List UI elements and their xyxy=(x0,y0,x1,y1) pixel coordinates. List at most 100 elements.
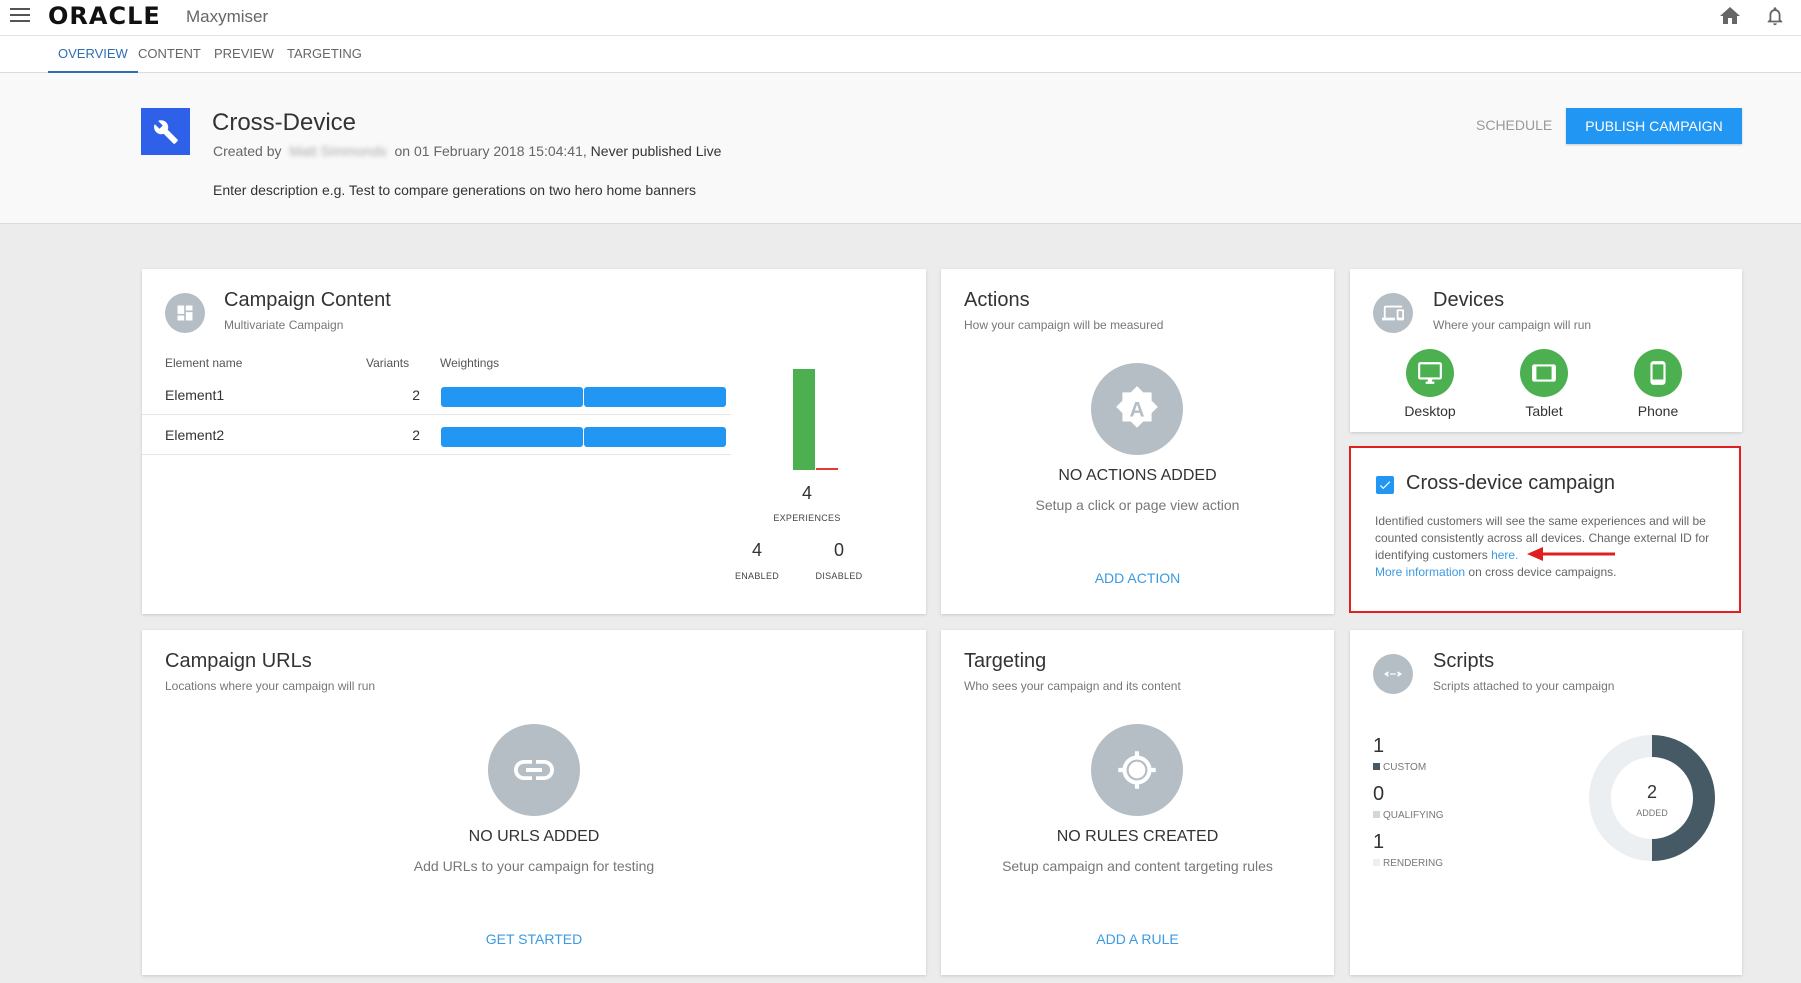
device-label: Tablet xyxy=(1525,403,1563,419)
empty-state-title: NO URLS ADDED xyxy=(468,828,600,845)
check-icon xyxy=(1379,481,1391,490)
column-header-element: Element name xyxy=(165,356,243,370)
change-id-link[interactable]: here. xyxy=(1491,548,1518,562)
page-title: Cross-Device xyxy=(212,109,357,136)
card-title: Campaign Content xyxy=(224,289,391,311)
card-title: Targeting xyxy=(964,650,1047,672)
created-prefix: Created by xyxy=(213,143,282,159)
get-started-button[interactable]: GET STARTED xyxy=(142,931,926,947)
more-information-link[interactable]: More information xyxy=(1375,565,1465,579)
code-icon xyxy=(1373,654,1413,694)
tablet-icon xyxy=(1532,364,1556,382)
card-subtitle: How your campaign will be measured xyxy=(964,318,1164,332)
enabled-experiences-bar xyxy=(793,369,815,470)
link-icon xyxy=(488,724,580,816)
custom-script-label: CUSTOM xyxy=(1373,762,1426,773)
donut-total: 2 xyxy=(1647,782,1657,802)
device-label: Desktop xyxy=(1404,403,1456,419)
product-name: Maxymiser xyxy=(186,7,269,26)
actions-card: Actions How your campaign will be measur… xyxy=(941,269,1334,614)
campaign-urls-card: Campaign URLs Locations where your campa… xyxy=(142,630,926,975)
devices-icon xyxy=(1373,293,1413,333)
empty-state-subtitle: Setup a click or page view action xyxy=(1035,497,1240,513)
qualifying-script-count: 0 xyxy=(1373,783,1385,805)
schedule-button[interactable]: SCHEDULE xyxy=(1462,107,1566,143)
action-badge-icon: A xyxy=(1091,363,1183,455)
tab-targeting[interactable]: TARGETING xyxy=(277,36,372,73)
empty-state-subtitle: Setup campaign and content targeting rul… xyxy=(1002,858,1273,874)
table-row[interactable]: Element2 2 xyxy=(142,415,731,455)
card-title: Devices xyxy=(1433,289,1505,311)
action-letter: A xyxy=(1129,398,1144,421)
tab-preview[interactable]: PREVIEW xyxy=(204,36,284,73)
enabled-count: 4 xyxy=(751,540,762,560)
campaign-content-card: Campaign Content Multivariate Campaign E… xyxy=(142,269,926,614)
cross-device-text-end: on cross device campaigns. xyxy=(1468,565,1617,579)
phone-device-button[interactable] xyxy=(1634,349,1682,397)
rendering-script-label: RENDERING xyxy=(1373,858,1443,869)
weighting-bar-2 xyxy=(584,387,726,407)
disabled-experiences-bar xyxy=(816,468,838,470)
created-date: on 01 February 2018 15:04:41, xyxy=(394,143,587,159)
custom-script-count: 1 xyxy=(1373,735,1385,757)
campaign-description[interactable]: Enter description e.g. Test to compare g… xyxy=(213,182,696,198)
experiences-total: 4 xyxy=(801,483,812,503)
devices-card: Devices Where your campaign will run Des… xyxy=(1350,269,1742,432)
empty-state-subtitle: Add URLs to your campaign for testing xyxy=(413,858,655,874)
card-subtitle: Scripts attached to your campaign xyxy=(1433,679,1615,693)
cross-device-checkbox[interactable] xyxy=(1376,476,1394,494)
scripts-donut-chart: 2 ADDED xyxy=(1589,735,1715,861)
empty-state-title: NO RULES CREATED xyxy=(1056,828,1219,845)
home-icon[interactable] xyxy=(1718,4,1742,28)
crosshair-icon xyxy=(1091,724,1183,816)
variant-count: 2 xyxy=(412,427,420,443)
disabled-count: 0 xyxy=(833,540,844,560)
top-bar: ORACLE Maxymiser xyxy=(0,0,1801,36)
element-name: Element2 xyxy=(165,427,225,443)
tablet-device-button[interactable] xyxy=(1520,349,1568,397)
column-header-variants: Variants xyxy=(366,356,410,370)
publish-status: Never published Live xyxy=(590,143,722,159)
desktop-icon xyxy=(1418,362,1442,384)
desktop-device-button[interactable] xyxy=(1406,349,1454,397)
phone-icon xyxy=(1650,361,1666,385)
campaign-type-badge xyxy=(141,108,190,155)
author-name: Matt Simmonds xyxy=(289,143,387,159)
publish-campaign-button[interactable]: PUBLISH CAMPAIGN xyxy=(1566,108,1742,144)
weighting-bar-1 xyxy=(441,427,583,447)
legend-swatch xyxy=(1373,811,1380,818)
menu-icon[interactable] xyxy=(10,8,30,24)
experiences-label: EXPERIENCES xyxy=(773,513,841,523)
card-title: Actions xyxy=(964,289,1030,311)
donut-label: ADDED xyxy=(1636,808,1668,818)
weighting-bar-2 xyxy=(584,427,726,447)
card-subtitle: Multivariate Campaign xyxy=(224,318,344,332)
device-label: Phone xyxy=(1637,403,1679,419)
cross-device-title: Cross-device campaign xyxy=(1406,472,1615,494)
element-name: Element1 xyxy=(165,387,225,403)
cross-device-card: Cross-device campaign Identified custome… xyxy=(1349,446,1741,613)
tab-content[interactable]: CONTENT xyxy=(128,36,211,73)
add-action-button[interactable]: ADD ACTION xyxy=(941,570,1334,586)
campaign-header: Cross-Device Created by Matt Simmonds on… xyxy=(0,73,1801,224)
campaign-meta: Created by Matt Simmonds on 01 February … xyxy=(213,143,721,159)
disabled-label: DISABLED xyxy=(815,571,863,581)
tab-overview[interactable]: OVERVIEW xyxy=(48,36,138,73)
variant-count: 2 xyxy=(412,387,420,403)
bell-icon[interactable] xyxy=(1764,4,1786,28)
card-subtitle: Locations where your campaign will run xyxy=(165,679,376,693)
table-row[interactable]: Element1 2 xyxy=(142,375,731,415)
annotation-arrow-icon xyxy=(1527,547,1615,561)
add-rule-button[interactable]: ADD A RULE xyxy=(941,931,1334,947)
weighting-bar-1 xyxy=(441,387,583,407)
targeting-card: Targeting Who sees your campaign and its… xyxy=(941,630,1334,975)
donut-custom-segment xyxy=(1651,735,1715,861)
dashboard-icon xyxy=(165,293,205,333)
wrench-icon xyxy=(153,119,178,144)
empty-state-title: NO ACTIONS ADDED xyxy=(1058,467,1217,484)
rendering-script-count: 1 xyxy=(1373,831,1385,853)
legend-swatch xyxy=(1373,859,1380,866)
oracle-logo: ORACLE xyxy=(48,2,161,30)
card-title: Campaign URLs xyxy=(165,650,312,672)
tab-bar: OVERVIEW CONTENT PREVIEW TARGETING xyxy=(0,36,1801,73)
